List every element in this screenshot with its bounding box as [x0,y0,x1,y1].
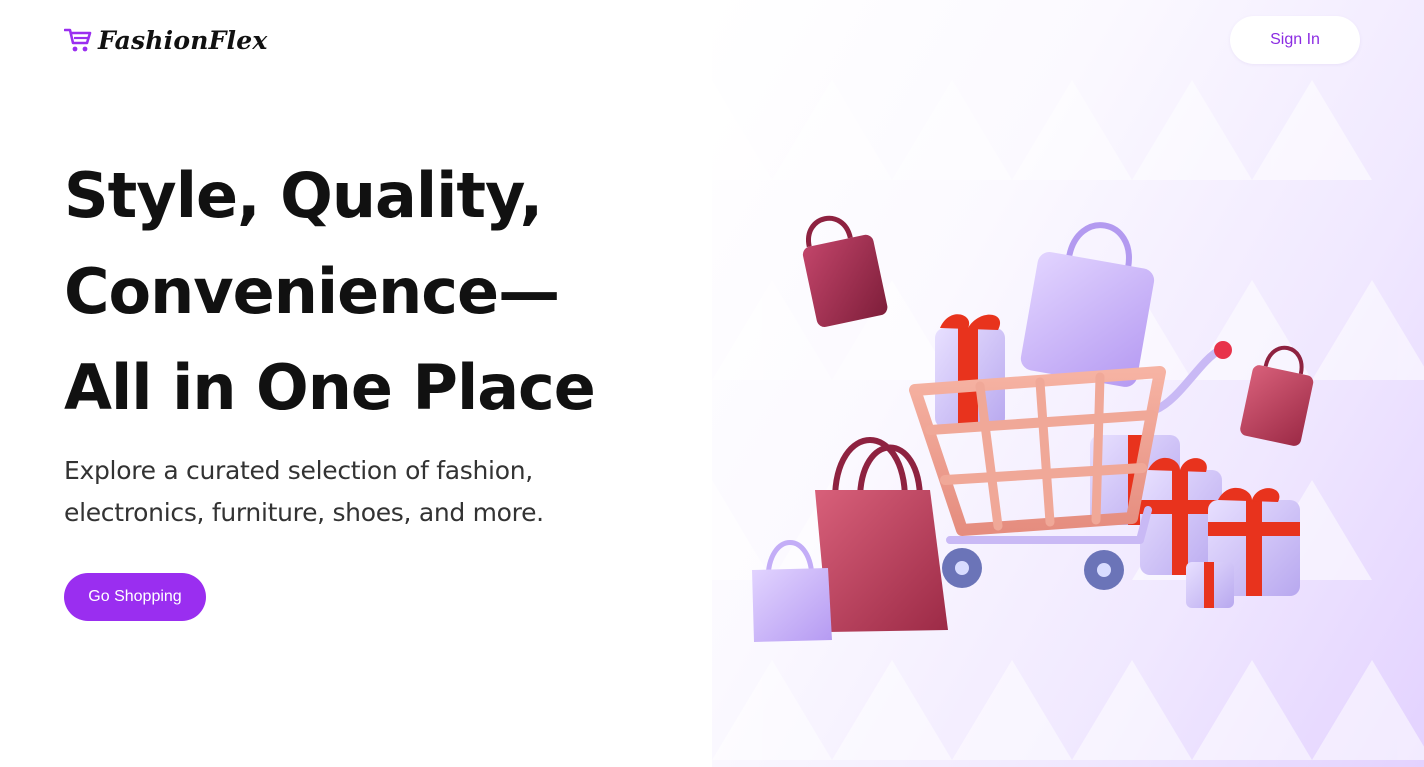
headline-line-2: Convenience— [64,255,560,328]
gift-in-cart [935,314,1005,428]
description-line-1: Explore a curated selection of fashion, [64,456,533,485]
lavender-bag-small [752,540,832,642]
go-shopping-button[interactable]: Go Shopping [64,573,206,621]
brand-logo[interactable]: FashionFlex [64,24,267,56]
shopping-cart-icon [64,28,92,52]
headline-line-3: All in One Place [64,351,596,424]
floating-bag-left [802,215,888,327]
brand-name: FashionFlex [98,25,268,55]
hero-description: Explore a curated selection of fashion, … [64,450,624,534]
rose-bag-front [815,437,948,632]
headline-line-1: Style, Quality, [64,159,543,232]
lavender-bag-large [1020,222,1155,387]
floating-bag-right [1240,345,1314,446]
hero-headline: Style, Quality, Convenience— All in One … [64,148,596,436]
sign-in-button[interactable]: Sign In [1230,16,1360,64]
description-line-2: electronics, furniture, shoes, and more. [64,498,544,527]
shopping-cart-illustration [752,215,1314,642]
